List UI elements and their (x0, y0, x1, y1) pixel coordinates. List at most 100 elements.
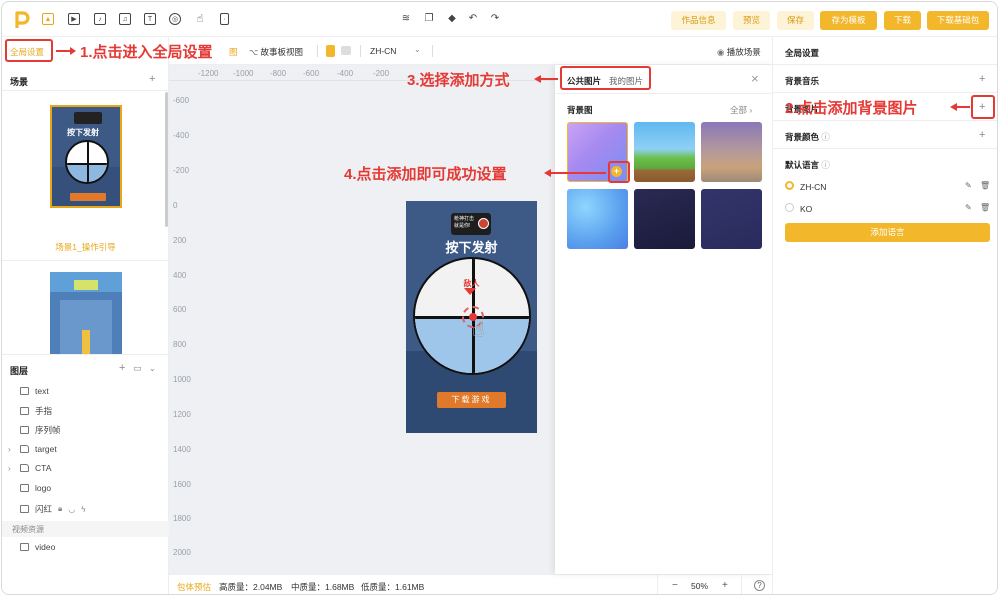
ruler-tick: 1600 (173, 480, 191, 489)
layer-finger[interactable]: 手指 (20, 405, 52, 417)
bg-music-label: 背景音乐 (785, 76, 820, 86)
scene-2-thumbnail[interactable] (50, 272, 122, 354)
zoom-in-button[interactable]: + (722, 580, 728, 591)
folder-icon (20, 464, 29, 472)
flash-icon[interactable]: ϟ (81, 505, 85, 514)
ruler-tick: 1400 (173, 445, 191, 454)
save-button[interactable]: 保存 (777, 11, 814, 30)
image-tool-icon[interactable]: ▲ (42, 13, 54, 25)
annotation-box-global (5, 39, 53, 62)
zoom-level: 50% (691, 581, 709, 591)
storyboard-icon: ⌥ (249, 48, 261, 57)
game-logo: 枪神打击 就是你! (451, 213, 491, 235)
text-tool-icon[interactable]: T (144, 13, 156, 25)
help-icon[interactable]: ⓘ (821, 132, 830, 142)
folder-icon (20, 445, 29, 453)
layer-flash-red[interactable]: 闪红 🔒︎ ◡ ϟ (20, 503, 86, 515)
video-tool-icon[interactable]: ▶ (68, 13, 80, 25)
background-section-title: 背景图 (567, 105, 593, 115)
chevron-down-icon[interactable]: ⌄ (414, 45, 421, 54)
phone-tool-icon[interactable]: · (220, 13, 229, 25)
tag-icon[interactable]: ◆ (446, 13, 458, 25)
ruler-tick: -800 (270, 69, 287, 78)
layer-target[interactable]: target (20, 444, 57, 454)
edit-icon[interactable]: ✎ (965, 181, 972, 190)
ruler-tick: 400 (173, 271, 187, 280)
phone-headline: 按下发射 (445, 240, 498, 255)
bg-tile-meadow[interactable] (634, 122, 695, 182)
annotation-step-1: 1.点击进入全局设置 (80, 44, 213, 61)
bg-tile-blue-pattern[interactable] (567, 189, 628, 249)
color-swatch-yellow[interactable] (326, 45, 335, 57)
scene-1-label[interactable]: 场景1_操作引导 (2, 241, 169, 253)
phone-preview[interactable]: 枪神打击 就是你! 按下发射 敌人 ☝ 下载游戏 (406, 201, 537, 433)
lang-radio[interactable] (785, 203, 794, 212)
expand-target-icon[interactable]: › (8, 445, 11, 454)
collapse-layers-icon[interactable]: ⌄ (149, 363, 156, 374)
scene-scrollbar[interactable] (165, 92, 168, 227)
layer-sequence[interactable]: 序列帧 (20, 424, 61, 436)
expand-cta-icon[interactable]: › (8, 464, 11, 473)
top-toolbar: ▲ ▶ ♪ ♫ T ◎ ☝ · ≋ ❐ ◆ ↶ ↷ 作品信息 预览 保存 存为模… (2, 2, 997, 37)
zoom-out-button[interactable]: − (672, 580, 678, 591)
add-folder-icon[interactable]: ▭ (133, 363, 142, 374)
add-language-button[interactable]: 添加语言 (785, 223, 990, 242)
undo-icon[interactable]: ↶ (467, 13, 479, 25)
language-select[interactable]: ZH-CN (370, 46, 396, 56)
finger-icon: ☝ (472, 319, 485, 341)
layers-icon[interactable]: ≋ (400, 13, 412, 25)
add-bg-music-icon[interactable]: + (979, 74, 985, 85)
storyboard-view-tab[interactable]: ⌥ 故事板视图 (249, 46, 303, 58)
ruler-tick: 600 (173, 305, 187, 314)
layer-text[interactable]: text (20, 386, 49, 396)
gesture-tool-icon[interactable]: ☝ (194, 13, 206, 25)
add-scene-icon[interactable]: + (149, 74, 155, 85)
lang-radio-selected[interactable] (785, 181, 794, 190)
video-resources-title: 视频资源 (12, 525, 44, 534)
logo-icon (15, 11, 30, 28)
add-bg-color-icon[interactable]: + (979, 130, 985, 141)
layer-logo[interactable]: logo (20, 483, 51, 493)
save-template-button[interactable]: 存为模板 (820, 11, 877, 30)
bg-tile-navy[interactable] (701, 189, 762, 249)
scene-thumb-headline: 按下发射 (67, 128, 99, 137)
audio-tool-icon[interactable]: ♪ (94, 13, 106, 25)
layer-cta[interactable]: CTA (20, 463, 51, 473)
bg-tile-dark-purple[interactable] (634, 189, 695, 249)
right-panel: 全局设置 背景音乐 + 背景图片 + 背景颜色 ⓘ + 默认语言 ⓘ ZH-CN… (772, 37, 997, 594)
play-scene-button[interactable]: ◉ 播放场景 (717, 46, 761, 58)
help-icon[interactable]: ? (754, 580, 765, 591)
add-layer-icon[interactable]: + (119, 363, 125, 374)
image-layer-icon (20, 505, 29, 513)
scene-1-thumbnail[interactable]: 按下发射 (50, 105, 122, 208)
ruler-tick: -200 (173, 166, 190, 175)
lock-icon[interactable]: 🔒︎ (58, 504, 62, 514)
bg-tile-desert[interactable] (701, 122, 762, 182)
delete-icon[interactable]: 🗑︎ (980, 203, 990, 212)
close-icon[interactable]: × (751, 71, 759, 86)
music-tool-icon[interactable]: ♫ (119, 13, 131, 25)
delete-icon[interactable]: 🗑︎ (980, 181, 990, 190)
edit-icon[interactable]: ✎ (965, 203, 972, 212)
chevron-right-icon: › (747, 105, 753, 115)
preview-button[interactable]: 预览 (733, 11, 770, 30)
annotation-step-4: 4.点击添加即可成功设置 (344, 166, 507, 183)
copy-icon[interactable]: ❐ (423, 13, 435, 25)
view-all-link[interactable]: 全部 › (730, 104, 752, 116)
ruler-tick: 1000 (173, 375, 191, 384)
ruler-tick: 1800 (173, 514, 191, 523)
target-tool-icon[interactable]: ◎ (169, 13, 181, 25)
download-button[interactable]: 下载 (884, 11, 921, 30)
video-item[interactable]: video (20, 542, 55, 552)
package-estimate-label: 包体预估 (177, 582, 212, 592)
download-game-cta[interactable]: 下载游戏 (437, 392, 506, 408)
canvas-view-tab[interactable]: 图 (229, 46, 238, 58)
play-icon: ◉ (717, 47, 727, 57)
help-icon[interactable]: ⓘ (821, 160, 830, 170)
color-swatch-gray[interactable] (341, 46, 351, 55)
ruler-tick: 200 (173, 236, 187, 245)
work-info-button[interactable]: 作品信息 (671, 11, 726, 30)
redo-icon[interactable]: ↷ (489, 13, 501, 25)
download-base-button[interactable]: 下载基础包 (927, 11, 989, 30)
hide-icon[interactable]: ◡ (68, 505, 75, 514)
